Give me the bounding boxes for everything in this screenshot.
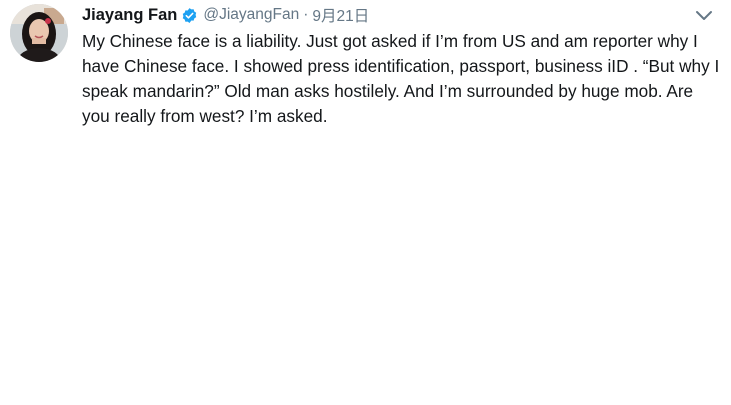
author-handle[interactable]: @JiayangFan bbox=[203, 6, 299, 24]
tweet: Jiayang Fan @JiayangFan · 9月21日 My Chine… bbox=[0, 0, 731, 405]
chevron-down-icon[interactable] bbox=[694, 8, 714, 24]
tweet-timestamp[interactable]: 9月21日 bbox=[312, 4, 369, 26]
tweet-header: Jiayang Fan @JiayangFan · 9月21日 bbox=[82, 4, 369, 26]
author-name[interactable]: Jiayang Fan bbox=[82, 6, 177, 25]
avatar[interactable] bbox=[10, 4, 68, 62]
tweet-text: My Chinese face is a liability. Just got… bbox=[82, 31, 720, 126]
verified-badge-icon bbox=[181, 7, 198, 24]
header-separator: · bbox=[303, 6, 309, 23]
